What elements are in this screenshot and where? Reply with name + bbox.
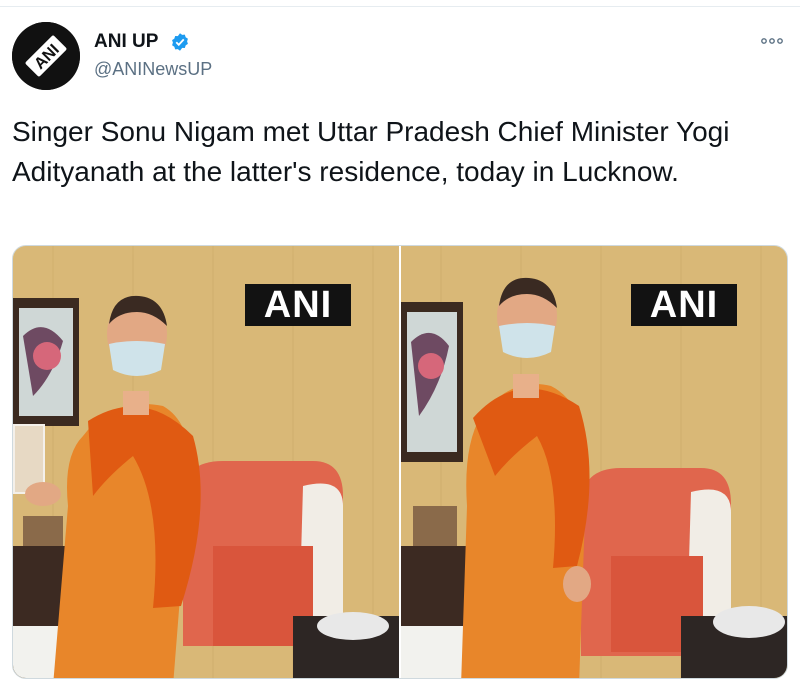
tweet-text: Singer Sonu Nigam met Uttar Pradesh Chie… xyxy=(12,116,730,187)
profile-avatar[interactable]: ANI xyxy=(12,22,80,90)
top-divider xyxy=(0,6,800,7)
media-photo-right[interactable]: ANI xyxy=(401,246,787,678)
user-handle[interactable]: @ANINewsUP xyxy=(94,58,212,80)
tweet-media: ANI ANI xyxy=(12,245,788,679)
more-options-icon xyxy=(761,38,783,44)
ani-watermark: ANI xyxy=(631,284,737,326)
media-photo-left[interactable]: ANI xyxy=(13,246,399,678)
ani-logo: ANI xyxy=(12,22,80,90)
ani-watermark: ANI xyxy=(245,284,351,326)
verified-badge-icon xyxy=(172,33,188,51)
more-options-button[interactable] xyxy=(752,28,792,54)
display-name[interactable]: ANI UP xyxy=(94,30,158,54)
